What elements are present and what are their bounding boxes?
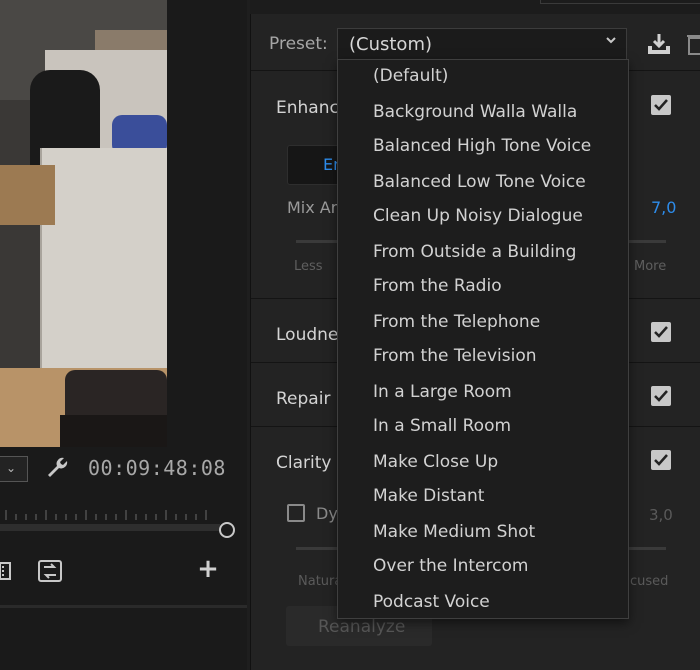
menu-item-balanced-low[interactable]: Balanced Low Tone Voice [373, 172, 586, 192]
slider-focused-label: cused [630, 574, 669, 589]
repair-checkbox[interactable] [651, 386, 671, 406]
dynamics-value[interactable]: 3,0 [649, 506, 673, 524]
add-icon[interactable]: + [196, 556, 220, 582]
repair-label: Repair [276, 389, 331, 409]
preset-label: Preset: [269, 34, 328, 54]
playhead-handle[interactable] [219, 522, 235, 538]
menu-item-close-up[interactable]: Make Close Up [373, 452, 498, 472]
menu-item-balanced-high[interactable]: Balanced High Tone Voice [373, 136, 591, 156]
panel-tab-outline [540, 0, 700, 4]
scrub-bar[interactable] [0, 524, 220, 531]
dynamics-checkbox[interactable] [287, 504, 305, 522]
menu-item-intercom[interactable]: Over the Intercom [373, 556, 528, 576]
chevron-down-icon [604, 33, 618, 51]
menu-item-medium-shot[interactable]: Make Medium Shot [373, 522, 535, 542]
mix-amount-label: Mix Ar [287, 198, 338, 217]
preset-dropdown-menu: (Default) Background Walla Walla Balance… [337, 59, 629, 619]
film-icon[interactable] [0, 560, 14, 582]
video-frame [0, 0, 167, 447]
menu-item-distant[interactable]: Make Distant [373, 486, 484, 506]
menu-item-telephone[interactable]: From the Telephone [373, 312, 540, 332]
program-monitor: ⌄ 00:09:48:08 + [0, 0, 247, 670]
timecode[interactable]: 00:09:48:08 [88, 456, 226, 480]
wrench-icon[interactable] [44, 455, 72, 483]
panel-divider [0, 605, 247, 608]
menu-item-outside-building[interactable]: From Outside a Building [373, 242, 576, 262]
menu-item-small-room[interactable]: In a Small Room [373, 416, 511, 436]
video-box [0, 165, 55, 225]
slider-more-label: More [634, 259, 667, 274]
preset-value: (Custom) [349, 34, 433, 55]
menu-item-large-room[interactable]: In a Large Room [373, 382, 512, 402]
menu-item-clean-up-noisy[interactable]: Clean Up Noisy Dialogue [373, 206, 583, 226]
preset-select[interactable]: (Custom) [337, 28, 627, 60]
delete-preset-icon[interactable] [686, 32, 700, 56]
reanalyze-label: Reanalyze [318, 617, 406, 637]
mix-amount-value[interactable]: 7,0 [651, 198, 676, 217]
menu-item-default[interactable]: (Default) [373, 66, 448, 86]
loudness-checkbox[interactable] [651, 322, 671, 342]
clarity-checkbox[interactable] [651, 450, 671, 470]
slider-less-label: Less [294, 259, 323, 274]
menu-item-radio[interactable]: From the Radio [373, 276, 502, 296]
menu-item-background-walla[interactable]: Background Walla Walla [373, 102, 577, 122]
menu-item-podcast-voice[interactable]: Podcast Voice [373, 592, 490, 612]
menu-item-television[interactable]: From the Television [373, 346, 537, 366]
clarity-label: Clarity [276, 453, 332, 473]
fit-dropdown[interactable]: ⌄ [0, 456, 28, 482]
save-preset-icon[interactable] [646, 32, 672, 56]
slider-natural-label: Natura [298, 574, 343, 589]
enhance-speech-checkbox[interactable] [651, 95, 671, 115]
chevron-down-icon: ⌄ [6, 461, 17, 475]
dynamics-label: Dy [316, 504, 338, 523]
loop-icon[interactable] [36, 558, 64, 584]
video-device-base [60, 415, 167, 447]
